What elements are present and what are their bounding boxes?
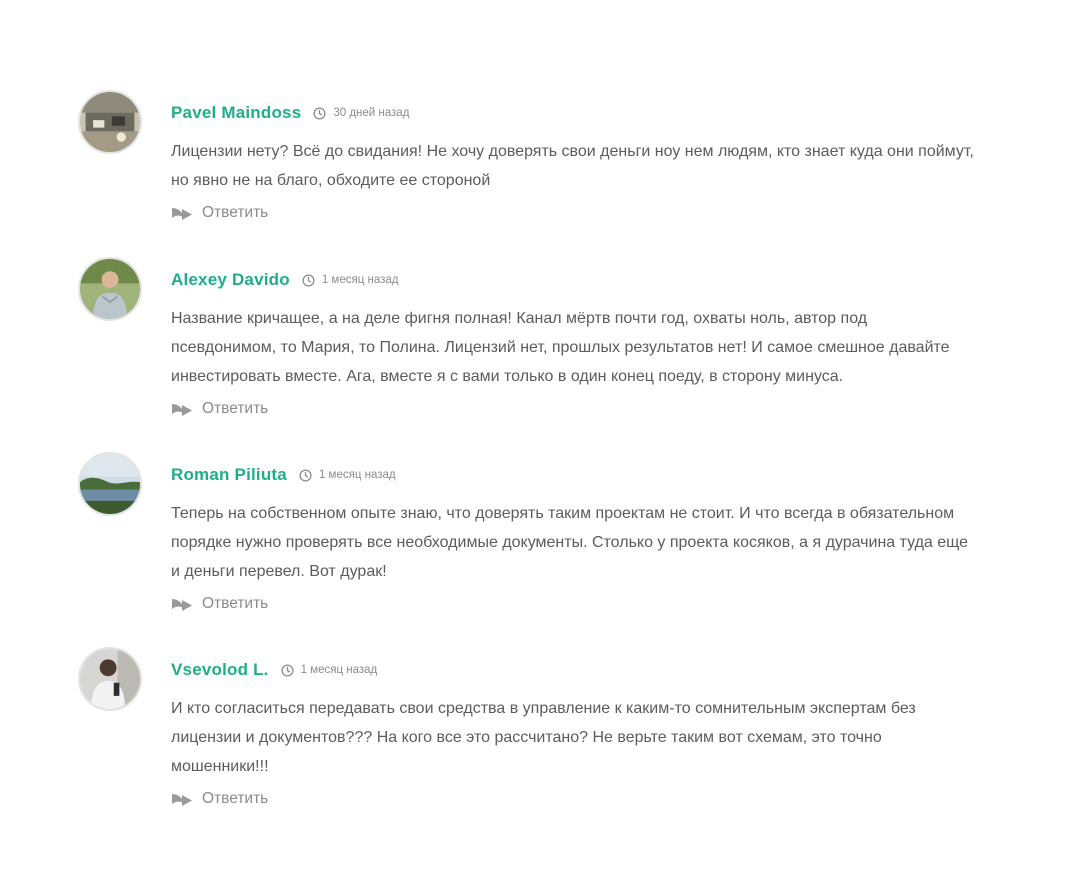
comment-meta: Vsevolod L. 1 месяц назад [171,647,1071,693]
comment-date: 1 месяц назад [302,273,399,287]
reply-arrow-icon [172,403,192,416]
reply-button[interactable]: Ответить [171,202,268,224]
avatar[interactable] [78,257,142,321]
comment-text: Теперь на собственном опыте знаю, что до… [171,505,969,580]
reply-arrow-icon [172,793,192,806]
author-name[interactable]: Vsevolod L. [171,660,269,680]
comment-meta: Alexey Davido 1 месяц назад [171,257,1071,303]
reply-label: Ответить [202,790,269,807]
date-text: 1 месяц назад [321,274,399,286]
avatar[interactable] [78,452,142,516]
comment-date: 1 месяц назад [299,468,396,482]
comment-meta: Pavel Maindoss 30 дней назад [171,90,1071,136]
comment-date: 30 дней назад [313,106,410,120]
comment-text: И кто согласиться передавать свои средст… [171,700,916,775]
avatar[interactable] [78,647,142,711]
date-text: 1 месяц назад [300,664,378,676]
avatar-photo-icon [80,92,140,152]
author-name[interactable]: Pavel Maindoss [171,103,301,123]
reply-arrow-icon [172,598,192,611]
reply-button[interactable]: Ответить [171,398,268,420]
avatar-photo-icon [80,454,140,514]
reply-arrow-icon [172,207,192,220]
reply-label: Ответить [202,204,269,221]
reply-label: Ответить [202,400,269,417]
comment-item: Pavel Maindoss 30 дней назад Лицензии не… [78,90,1071,226]
comment-item: Alexey Davido 1 месяц назад Название кри… [78,257,1071,422]
avatar-photo-icon [80,649,140,709]
avatar[interactable] [78,90,142,154]
date-text: 30 дней назад [333,107,410,119]
comment-item: Vsevolod L. 1 месяц назад И кто согласит… [78,647,1071,812]
reply-label: Ответить [202,595,269,612]
clock-icon [313,106,326,120]
comment-date: 1 месяц назад [281,663,378,677]
author-name[interactable]: Roman Piliuta [171,465,287,485]
clock-icon [302,273,315,287]
date-text: 1 месяц назад [318,469,396,481]
reply-button[interactable]: Ответить [171,788,268,810]
comment-text: Название кричащее, а на деле фигня полна… [171,310,950,385]
clock-icon [281,663,294,677]
comment-text: Лицензии нету? Всё до свидания! Не хочу … [171,143,974,189]
comment-meta: Roman Piliuta 1 месяц назад [171,452,1071,498]
comment-item: Roman Piliuta 1 месяц назад Теперь на со… [78,452,1071,617]
avatar-photo-icon [80,259,140,319]
clock-icon [299,468,312,482]
reply-button[interactable]: Ответить [171,593,268,615]
author-name[interactable]: Alexey Davido [171,270,290,290]
